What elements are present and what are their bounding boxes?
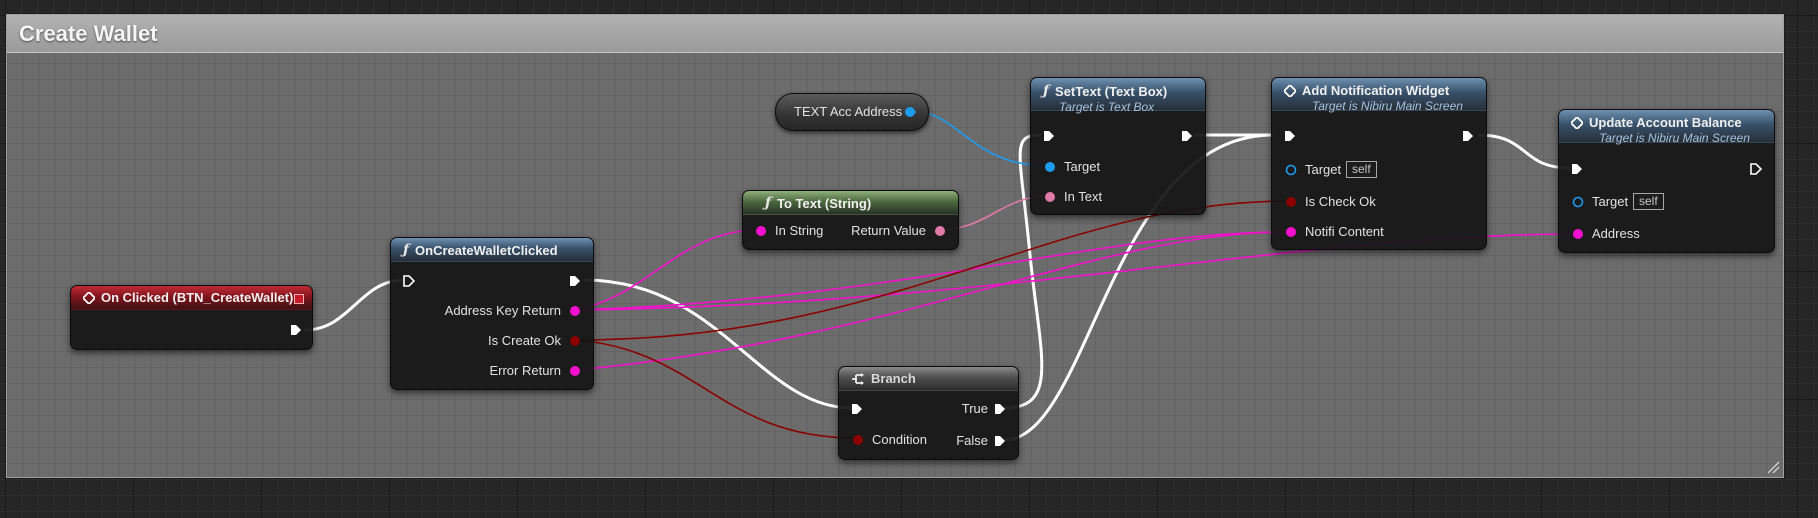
to-text-string-node[interactable]: ƒ To Text (String) In String Return Valu…	[742, 190, 959, 250]
exec-wire	[583, 278, 853, 410]
exec-out-pin[interactable]	[1462, 130, 1474, 142]
object-in-pin[interactable]	[1285, 164, 1297, 176]
exec-wire	[1477, 133, 1571, 170]
node-title: Add Notification Widget	[1302, 83, 1450, 98]
node-subtitle: Target is Text Box	[1059, 100, 1155, 114]
exec-out-pin[interactable]	[1750, 163, 1762, 175]
object-in-pin[interactable]	[1572, 196, 1584, 208]
exec-out-pin[interactable]	[1181, 130, 1193, 142]
target-label: Target	[1305, 162, 1342, 177]
is-create-ok-label: Is Create Ok	[488, 333, 561, 348]
exec-in-pin[interactable]	[1571, 163, 1583, 175]
bool-in-pin[interactable]	[852, 434, 864, 446]
condition-label: Condition	[872, 432, 927, 447]
false-label: False	[956, 433, 988, 448]
exec-out-pin[interactable]	[994, 435, 1006, 447]
exec-out-pin[interactable]	[290, 324, 302, 336]
exec-out-pin[interactable]	[569, 275, 581, 287]
stop-icon	[294, 294, 304, 304]
in-text-label: In Text	[1064, 189, 1103, 204]
exec-in-pin[interactable]	[403, 275, 415, 287]
string-out-pin[interactable]	[569, 365, 581, 377]
node-subtitle: Target is Nibiru Main Screen	[1312, 99, 1463, 113]
add-notification-widget-node[interactable]: Add Notification Widget Target is Nibiru…	[1271, 77, 1487, 250]
node-title: Branch	[871, 371, 916, 386]
object-out-pin[interactable]	[904, 106, 916, 118]
on-create-wallet-clicked-node[interactable]: ƒ OnCreateWalletClicked Address Key Retu…	[390, 237, 594, 390]
event-icon	[1571, 116, 1583, 129]
object-in-pin[interactable]	[1044, 161, 1056, 173]
exec-out-pin[interactable]	[994, 403, 1006, 415]
is-check-ok-label: Is Check Ok	[1305, 194, 1376, 209]
object-wire	[910, 110, 1050, 167]
string-in-pin[interactable]	[1285, 226, 1297, 238]
bool-wire	[575, 339, 857, 439]
in-string-label: In String	[775, 223, 824, 238]
bool-out-pin[interactable]	[569, 335, 581, 347]
return-value-label: Return Value	[851, 223, 926, 238]
event-icon	[1284, 84, 1296, 97]
notifi-content-label: Notifi Content	[1305, 224, 1384, 239]
event-icon	[83, 291, 95, 304]
text-out-pin[interactable]	[934, 225, 946, 237]
set-text-node[interactable]: ƒ SetText (Text Box) Target is Text Box …	[1030, 77, 1206, 215]
branch-icon	[852, 372, 864, 385]
node-subtitle: Target is Nibiru Main Screen	[1599, 131, 1750, 145]
node-title: To Text (String)	[777, 195, 872, 211]
text-acc-address-node[interactable]: TEXT Acc Address	[775, 93, 929, 131]
node-title: SetText (Text Box)	[1055, 83, 1168, 99]
target-default-field[interactable]: self	[1633, 193, 1664, 210]
exec-in-pin[interactable]	[851, 403, 863, 415]
address-label: Address	[1592, 226, 1640, 241]
node-title: Update Account Balance	[1589, 115, 1742, 130]
error-return-label: Error Return	[489, 363, 561, 378]
string-out-pin[interactable]	[569, 305, 581, 317]
update-account-balance-node[interactable]: Update Account Balance Target is Nibiru …	[1558, 109, 1775, 253]
on-clicked-node[interactable]: On Clicked (BTN_CreateWallet)	[70, 285, 313, 350]
function-icon: ƒ	[1043, 83, 1050, 99]
text-in-pin[interactable]	[1044, 191, 1056, 203]
function-icon: ƒ	[765, 195, 772, 211]
target-default-field[interactable]: self	[1346, 161, 1377, 178]
string-in-pin[interactable]	[755, 225, 767, 237]
bool-in-pin[interactable]	[1285, 196, 1297, 208]
exec-in-pin[interactable]	[1043, 130, 1055, 142]
exec-in-pin[interactable]	[1284, 130, 1296, 142]
target-label: Target	[1064, 159, 1101, 174]
function-icon: ƒ	[403, 242, 410, 258]
variable-label: TEXT Acc Address	[794, 104, 903, 119]
branch-node[interactable]: Branch True Condition False	[838, 366, 1019, 460]
address-key-return-label: Address Key Return	[444, 303, 561, 318]
true-label: True	[961, 401, 988, 416]
target-label: Target	[1592, 194, 1629, 209]
node-title: On Clicked (BTN_CreateWallet)	[101, 290, 294, 305]
string-in-pin[interactable]	[1572, 228, 1584, 240]
node-title: OnCreateWalletClicked	[415, 242, 558, 258]
